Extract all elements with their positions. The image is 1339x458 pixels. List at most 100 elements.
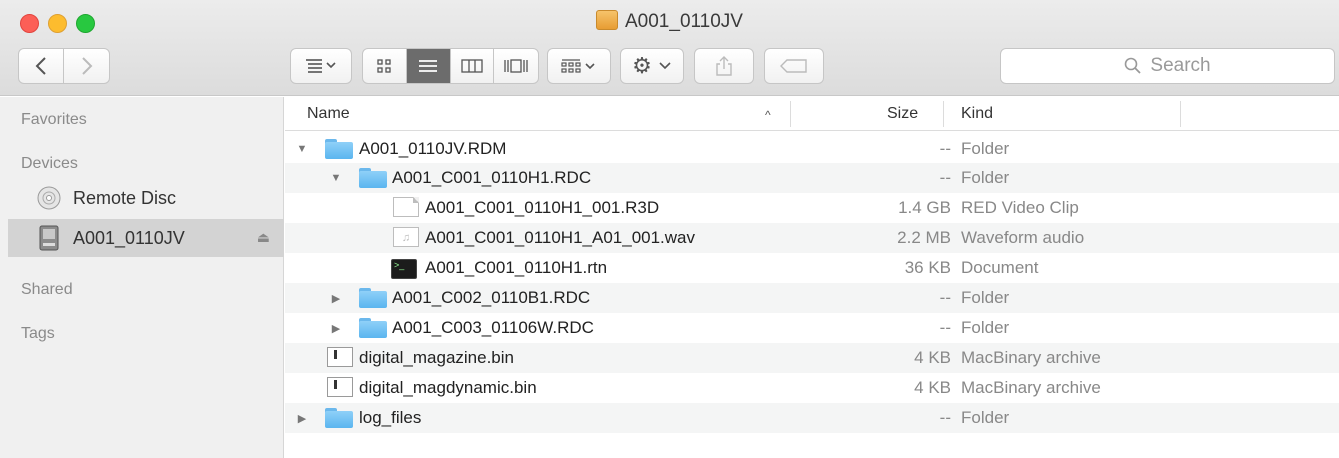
gallery-view-button[interactable] <box>494 49 538 83</box>
file-kind: MacBinary archive <box>961 378 1101 397</box>
disclosure-expanded-icon[interactable]: ▼ <box>329 172 343 184</box>
column-header-size[interactable]: Size <box>887 105 918 123</box>
file-list: Name ^ Size Kind ▼ A001_0110JV.RDM -- Fo… <box>285 97 1339 458</box>
file-row[interactable]: ▶ A001_C003_01106W.RDC -- Folder <box>285 313 1339 343</box>
file-size: -- <box>939 318 951 337</box>
list-view-icon <box>419 60 438 72</box>
file-row[interactable]: ▼ A001_0110JV.RDM -- Folder <box>285 134 1339 164</box>
file-kind: Waveform audio <box>961 228 1085 247</box>
sidebar-item-label: Remote Disc <box>73 187 177 208</box>
file-size: 36 KB <box>904 258 951 277</box>
sidebar-section-tags[interactable]: Tags <box>21 325 55 343</box>
file-kind: Folder <box>961 408 1010 427</box>
navigation-buttons <box>18 48 110 84</box>
search-placeholder: Search <box>1150 55 1211 76</box>
search-input[interactable]: Search <box>1000 48 1335 84</box>
file-name: A001_C002_0110B1.RDC <box>392 288 591 307</box>
document-icon <box>393 197 419 217</box>
window-toolbar: A001_0110JV ⚙ Search <box>0 0 1339 96</box>
file-size: 1.4 GB <box>898 198 951 217</box>
file-row[interactable]: digital_magdynamic.bin 4 KB MacBinary ar… <box>285 373 1339 403</box>
column-header-name[interactable]: Name <box>307 105 350 123</box>
group-grid-icon <box>561 59 595 73</box>
file-row[interactable]: ▶ A001_C002_0110B1.RDC -- Folder <box>285 283 1339 313</box>
binary-file-icon <box>327 377 353 397</box>
file-row[interactable]: ▼ A001_C001_0110H1.RDC -- Folder <box>285 163 1339 193</box>
file-size: 4 KB <box>914 378 951 397</box>
file-row[interactable]: ♫ A001_C001_0110H1_A01_001.wav 2.2 MB Wa… <box>285 223 1339 253</box>
file-kind: RED Video Clip <box>961 198 1079 217</box>
file-size: -- <box>939 139 951 158</box>
file-name: A001_C001_0110H1_A01_001.wav <box>425 228 696 247</box>
edit-tags-button[interactable] <box>764 48 824 84</box>
file-kind: Document <box>961 258 1039 277</box>
file-kind: Folder <box>961 168 1010 187</box>
file-row[interactable]: >_ A001_C001_0110H1.rtn 36 KB Document <box>285 253 1339 283</box>
group-by-button[interactable] <box>547 48 611 84</box>
file-kind: Folder <box>961 288 1010 307</box>
binary-file-icon <box>327 347 353 367</box>
disc-icon <box>36 185 62 211</box>
file-size: -- <box>939 408 951 427</box>
sidebar-item-a001-0110jv[interactable]: A001_0110JV ⏏ <box>8 219 284 257</box>
action-menu-button[interactable]: ⚙ <box>620 48 684 84</box>
folder-icon <box>359 318 387 338</box>
icon-view-icon <box>377 59 392 73</box>
share-button[interactable] <box>694 48 754 84</box>
gallery-view-icon <box>504 59 528 73</box>
audio-file-icon: ♫ <box>393 227 419 247</box>
sidebar-item-label: A001_0110JV <box>73 227 185 248</box>
column-header-kind[interactable]: Kind <box>961 105 993 123</box>
file-kind: MacBinary archive <box>961 348 1101 367</box>
file-size: 4 KB <box>914 348 951 367</box>
back-button[interactable] <box>19 49 65 83</box>
window-title: A001_0110JV <box>0 10 1339 33</box>
disclosure-collapsed-icon[interactable]: ▶ <box>295 412 309 425</box>
sidebar-section-favorites[interactable]: Favorites <box>21 111 87 129</box>
terminal-document-icon: >_ <box>391 259 417 279</box>
sidebar-item-remote-disc[interactable]: Remote Disc <box>8 179 284 217</box>
file-kind: Folder <box>961 318 1010 337</box>
forward-button[interactable] <box>64 49 109 83</box>
folder-icon <box>359 288 387 308</box>
list-view-button[interactable] <box>406 49 451 83</box>
column-separator[interactable] <box>943 101 944 127</box>
column-header: Name ^ Size Kind <box>285 97 1339 131</box>
drive-icon <box>596 10 618 30</box>
file-name: A001_C001_0110H1.RDC <box>392 168 592 187</box>
sidebar: Favorites Devices Remote Disc A001_0110J… <box>0 97 284 458</box>
chevron-right-icon <box>81 57 92 75</box>
file-size: 2.2 MB <box>897 228 951 247</box>
disclosure-collapsed-icon[interactable]: ▶ <box>329 292 343 305</box>
file-size: -- <box>939 168 951 187</box>
file-row[interactable]: digital_magazine.bin 4 KB MacBinary arch… <box>285 343 1339 373</box>
file-size: -- <box>939 288 951 307</box>
file-name: A001_C001_0110H1_001.R3D <box>425 198 660 217</box>
share-icon <box>716 56 732 76</box>
file-row[interactable]: A001_C001_0110H1_001.R3D 1.4 GB RED Vide… <box>285 193 1339 223</box>
chevron-left-icon <box>35 57 46 75</box>
file-name: digital_magazine.bin <box>359 348 514 367</box>
gear-icon: ⚙ <box>632 53 652 78</box>
eject-icon[interactable]: ⏏ <box>257 229 270 246</box>
folder-icon <box>359 168 387 188</box>
file-name: A001_C001_0110H1.rtn <box>425 258 608 277</box>
sort-options-button[interactable] <box>290 48 352 84</box>
icon-view-button[interactable] <box>363 49 407 83</box>
view-mode-group <box>362 48 539 84</box>
disclosure-expanded-icon[interactable]: ▼ <box>295 143 309 155</box>
list-options-icon <box>306 59 336 73</box>
file-row[interactable]: ▶ log_files -- Folder <box>285 403 1339 433</box>
disclosure-collapsed-icon[interactable]: ▶ <box>329 322 343 335</box>
file-name: log_files <box>359 408 422 427</box>
sidebar-section-shared[interactable]: Shared <box>21 281 73 299</box>
column-view-button[interactable] <box>451 49 495 83</box>
file-name: digital_magdynamic.bin <box>359 378 537 397</box>
sort-ascending-icon[interactable]: ^ <box>765 108 771 122</box>
window-title-text: A001_0110JV <box>625 11 743 32</box>
folder-icon <box>325 139 353 159</box>
sidebar-section-devices[interactable]: Devices <box>21 155 78 173</box>
tag-icon <box>780 59 807 73</box>
column-separator[interactable] <box>790 101 791 127</box>
column-separator[interactable] <box>1180 101 1181 127</box>
